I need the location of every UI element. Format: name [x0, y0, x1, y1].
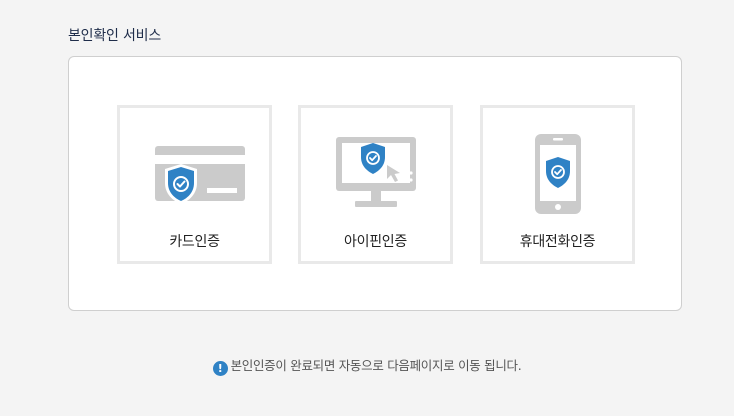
section-title: 본인확인 서비스 [68, 28, 162, 44]
notice-text: 본인인증이 완료되면 자동으로 다음페이지로 이동 됩니다. [230, 358, 522, 373]
card-auth-option[interactable]: 카드인증 [117, 105, 272, 264]
card-auth-label: 카드인증 [169, 234, 220, 250]
phone-auth-option[interactable]: 휴대전화인증 [480, 105, 635, 264]
auth-options-panel: 카드인증 아이핀인증 휴대전화인증 [68, 56, 682, 311]
phone-shield-icon [483, 132, 632, 216]
card-shield-icon [120, 132, 269, 216]
phone-auth-label: 휴대전화인증 [519, 234, 596, 250]
monitor-shield-icon [301, 132, 450, 216]
ipin-auth-label: 아이핀인증 [344, 234, 407, 250]
info-icon: ! [212, 361, 228, 376]
redirect-notice: ! 본인인증이 완료되면 자동으로 다음페이지로 이동 됩니다. [0, 355, 734, 376]
ipin-auth-option[interactable]: 아이핀인증 [298, 105, 453, 264]
